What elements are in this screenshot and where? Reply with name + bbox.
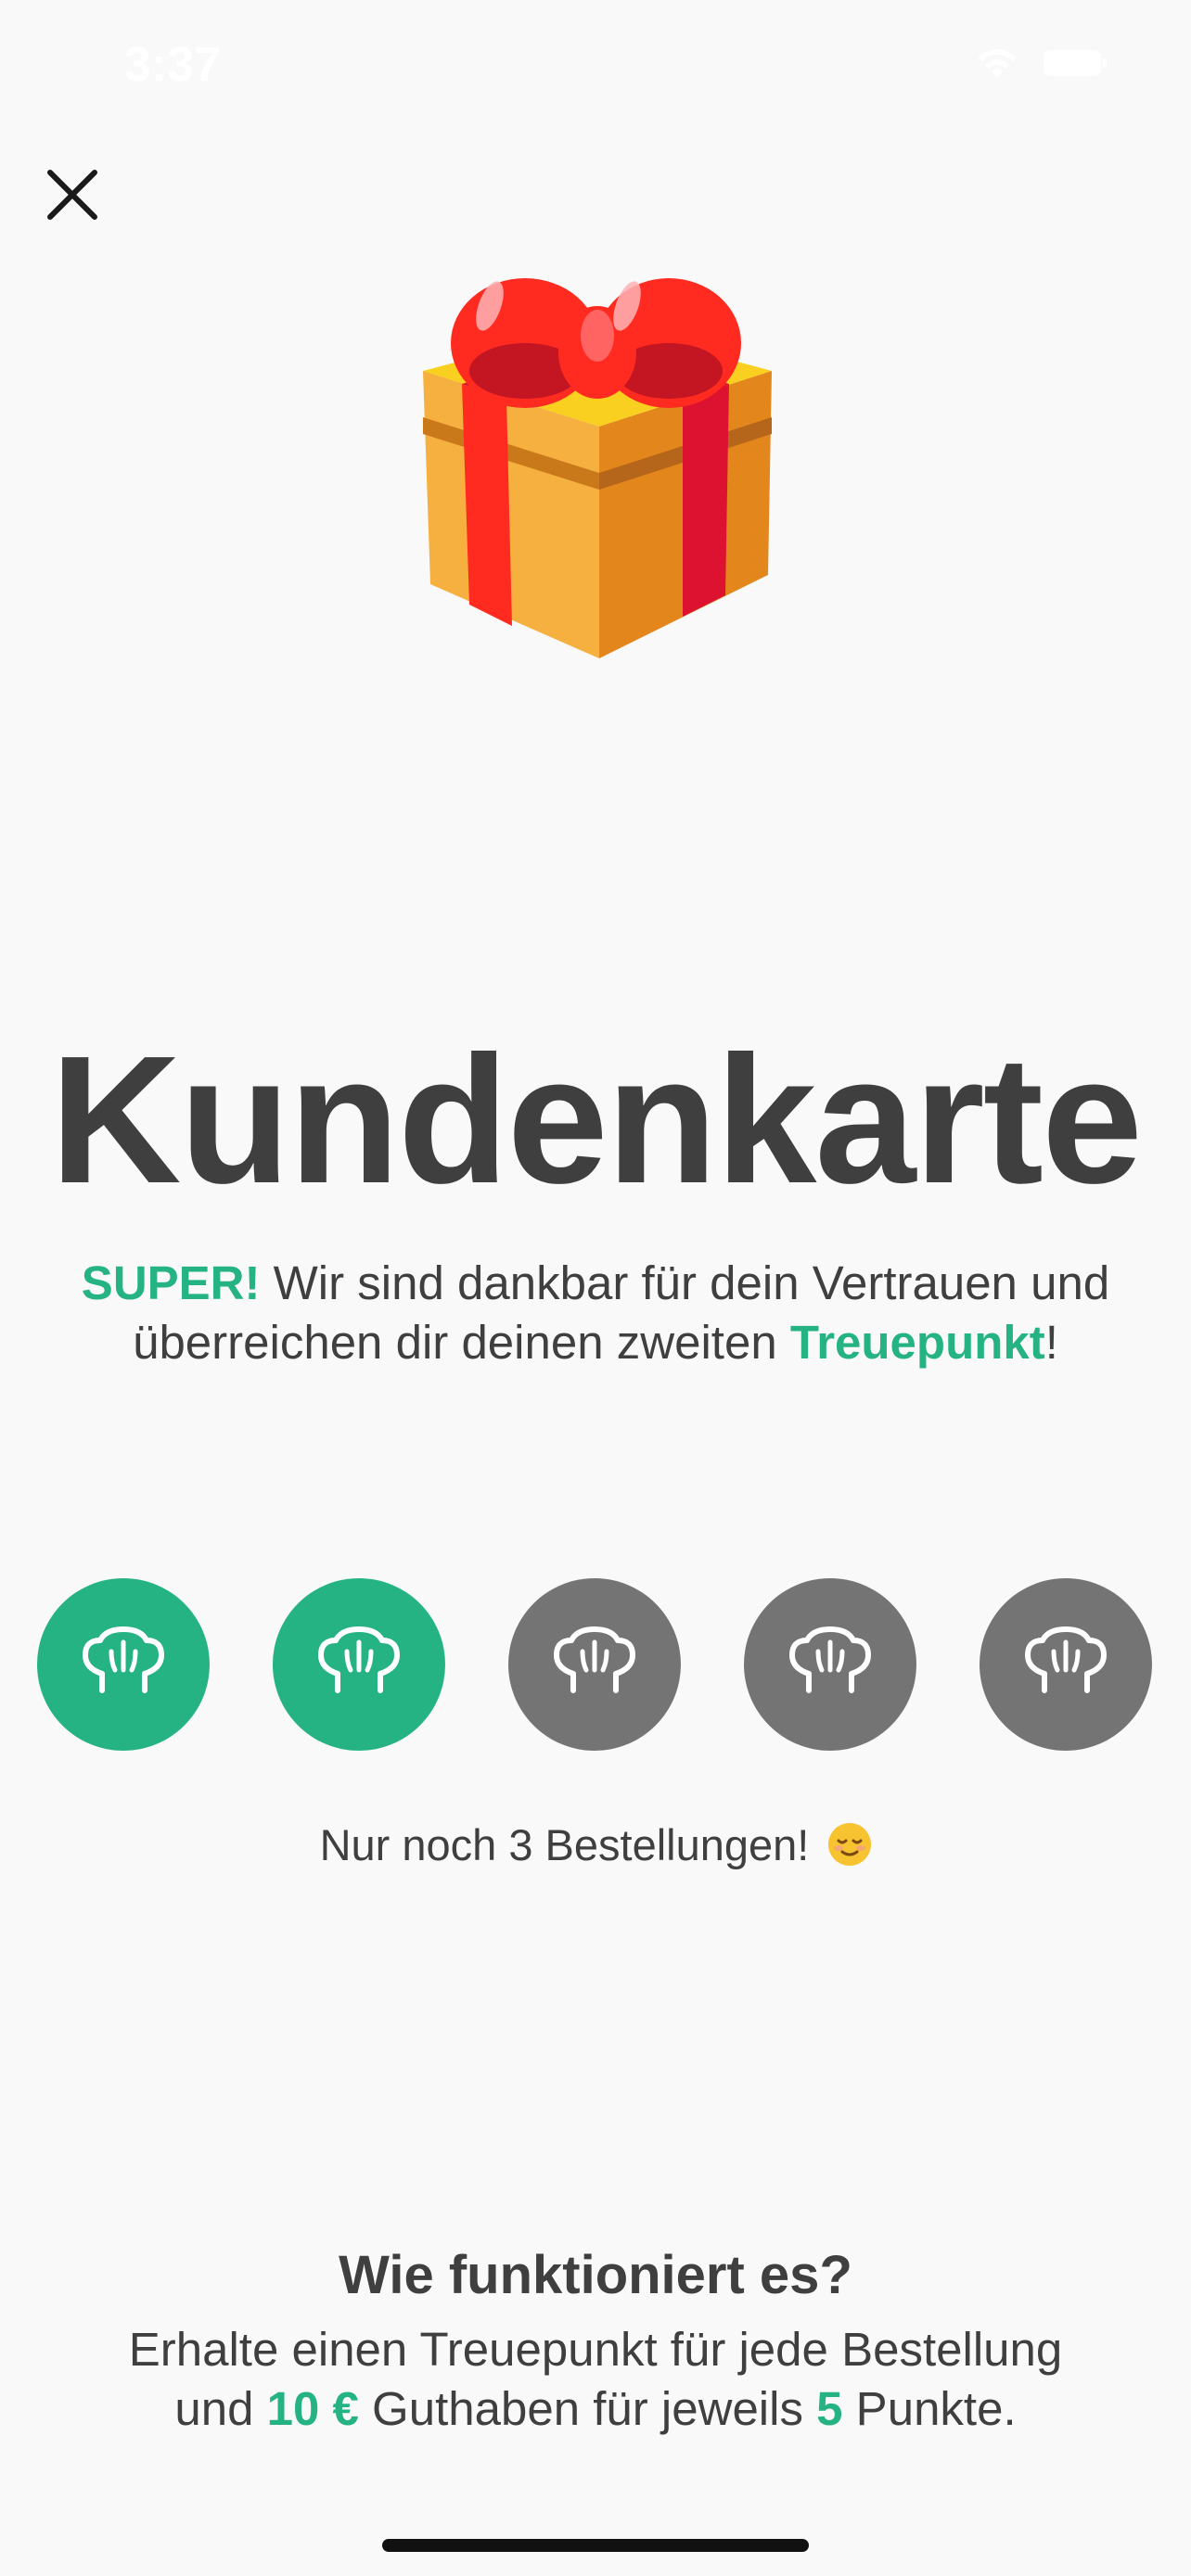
wifi-icon <box>978 49 1017 78</box>
status-time: 3:37 <box>124 38 222 92</box>
status-bar: 3:37 <box>0 0 1191 130</box>
points-needed: 5 <box>816 2382 843 2435</box>
loyalty-points <box>37 1578 1154 1751</box>
home-indicator <box>382 2539 809 2552</box>
message-point-word: Treuepunkt <box>789 1316 1045 1369</box>
how-line-2: und 10 € Guthaben für jeweils 5 Punkte. <box>56 2379 1135 2439</box>
battery-icon <box>1044 50 1107 76</box>
loyalty-point-5 <box>980 1578 1152 1751</box>
close-button[interactable] <box>37 159 108 230</box>
reward-message: SUPER! Wir sind dankbar für dein Vertrau… <box>56 1254 1135 1372</box>
relieved-face-emoji <box>828 1823 872 1866</box>
how-line-2-mid: Guthaben für jeweils <box>358 2382 817 2435</box>
remaining-orders: Nur noch 3 Bestellungen! <box>0 1819 1191 1870</box>
credit-amount: 10 € <box>266 2382 359 2435</box>
message-highlight: SUPER! <box>81 1256 261 1309</box>
chef-hat-icon <box>1015 1626 1117 1704</box>
how-line-2-suffix: Punkte. <box>842 2382 1017 2435</box>
remaining-text: Nur noch 3 Bestellungen! <box>319 1820 810 1869</box>
how-it-works-title: Wie funktioniert es? <box>339 2245 852 2305</box>
chef-hat-icon <box>544 1626 646 1704</box>
chef-hat-icon <box>308 1626 410 1704</box>
close-icon <box>47 170 97 220</box>
page-title: Kundenkarte <box>49 1018 1143 1221</box>
status-icons <box>974 46 1108 80</box>
loyalty-point-4 <box>744 1578 916 1751</box>
chef-hat-icon <box>779 1626 881 1704</box>
how-it-works-text: Erhalte einen Treuepunkt für jede Bestel… <box>56 2320 1135 2439</box>
loyalty-point-3 <box>508 1578 681 1751</box>
how-line-1: Erhalte einen Treuepunkt für jede Bestel… <box>128 2323 1063 2376</box>
message-end: ! <box>1044 1316 1058 1369</box>
loyalty-point-1 <box>37 1578 210 1751</box>
chef-hat-icon <box>72 1626 174 1704</box>
gift-icon <box>423 278 772 658</box>
loyalty-point-2 <box>273 1578 445 1751</box>
how-line-2-prefix: und <box>174 2382 267 2435</box>
